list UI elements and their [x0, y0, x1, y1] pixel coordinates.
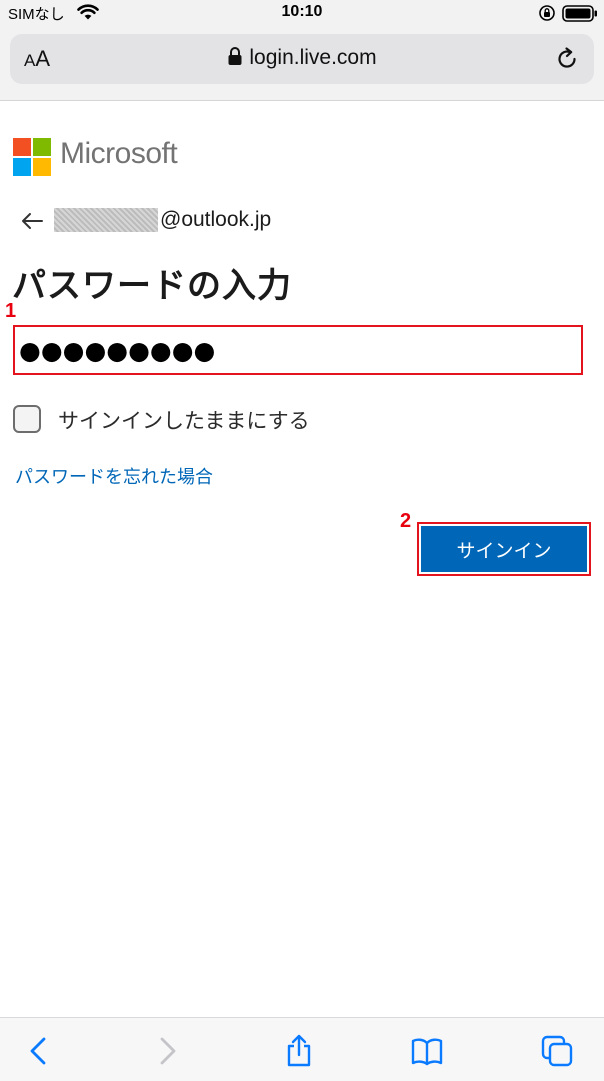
url-text: login.live.com [249, 46, 377, 69]
password-input[interactable]: ●●●●●●●●● [13, 325, 583, 375]
bottom-toolbar [0, 1017, 604, 1081]
url-display[interactable]: login.live.com [10, 46, 594, 70]
back-arrow-icon[interactable] [20, 211, 44, 231]
logo-square-blue [13, 158, 31, 176]
email-domain: @outlook.jp [160, 208, 272, 231]
keep-signed-in-label[interactable]: サインインしたままにする [58, 405, 310, 435]
redacted-email-user [54, 208, 158, 232]
logo-square-red [13, 138, 31, 156]
status-bar: SIMなし 10:10 [0, 0, 604, 28]
microsoft-logo-icon [13, 138, 51, 176]
annotation-step-2: 2 [400, 510, 412, 532]
back-icon[interactable] [22, 1034, 56, 1068]
address-bar[interactable]: AA login.live.com [10, 34, 594, 84]
page-title: パスワードの入力 [12, 266, 292, 306]
lock-icon [228, 47, 242, 65]
forgot-password-link[interactable]: パスワードを忘れた場合 [15, 463, 213, 489]
microsoft-wordmark: Microsoft [60, 137, 178, 170]
password-masked-value: ●●●●●●●●● [19, 336, 216, 365]
share-icon[interactable] [282, 1034, 316, 1068]
keep-signed-in-checkbox[interactable] [13, 405, 41, 433]
orientation-lock-icon [539, 5, 555, 21]
tabs-icon[interactable] [540, 1034, 574, 1068]
battery-icon [562, 5, 597, 22]
reload-icon[interactable] [554, 46, 580, 72]
bookmarks-icon[interactable] [410, 1034, 444, 1068]
clock: 10:10 [281, 3, 323, 20]
annotation-step-1: 1 [5, 300, 17, 322]
forward-icon[interactable] [150, 1034, 184, 1068]
logo-square-green [33, 138, 51, 156]
signin-button[interactable]: サインイン [421, 526, 587, 572]
browser-chrome: AA login.live.com [0, 28, 604, 101]
logo-square-yellow [33, 158, 51, 176]
